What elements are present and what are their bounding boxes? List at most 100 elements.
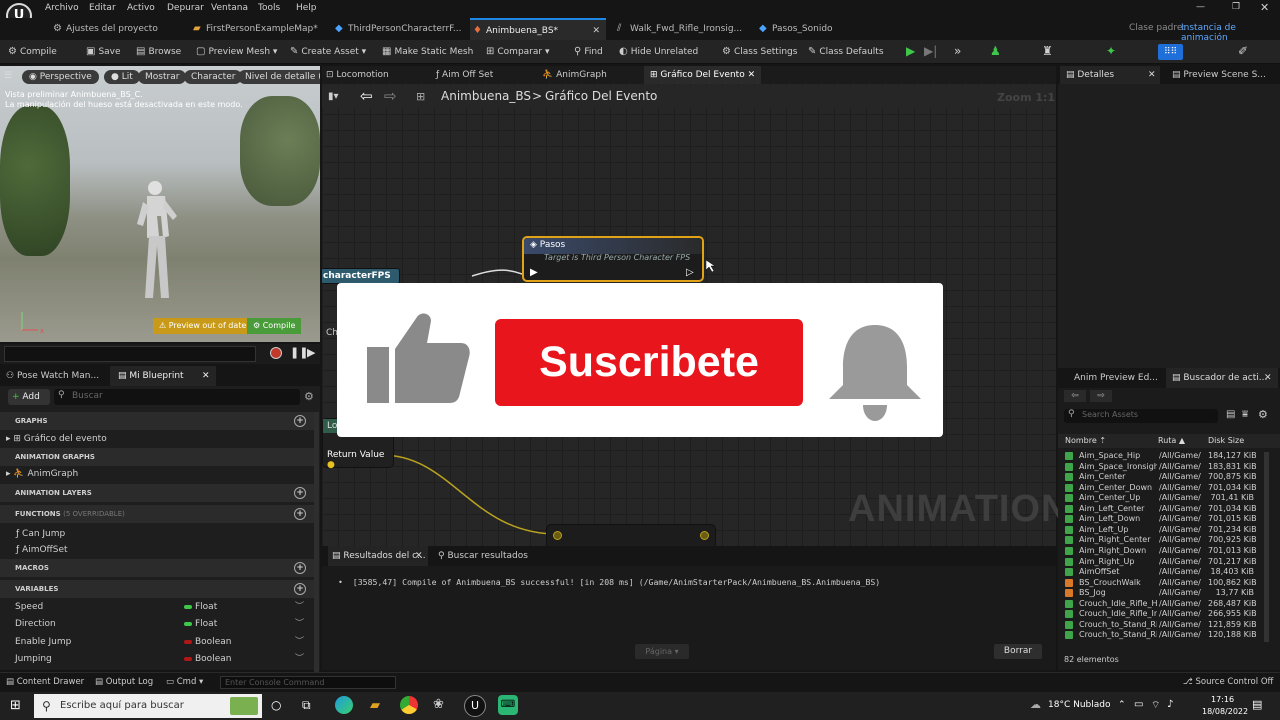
variable-direction[interactable]: Direction Float ︶ — [0, 615, 314, 633]
section-variables[interactable]: VARIABLES + — [0, 580, 314, 598]
add-variable-icon[interactable]: + — [294, 583, 306, 595]
add-function-icon[interactable]: + — [294, 508, 306, 520]
minimize-icon[interactable]: — — [1196, 2, 1205, 12]
close-window-icon[interactable]: ✕ — [1260, 1, 1269, 14]
timeline-track[interactable] — [4, 346, 256, 362]
settings-wrench-icon[interactable]: ✐ — [1238, 43, 1248, 59]
settings-gear-icon[interactable]: ⚙ — [1258, 408, 1268, 421]
app-icon[interactable]: ❀ — [433, 697, 444, 712]
left-panel-scrollbar[interactable] — [314, 412, 319, 672]
windows-start-icon[interactable]: ⊞ — [10, 698, 21, 713]
compile-button[interactable]: ⚙ Compile — [8, 44, 57, 60]
filter-icon[interactable]: ⩸ — [1242, 409, 1248, 420]
close-tab-icon[interactable]: ✕ — [748, 70, 756, 80]
skeleton-icon[interactable]: ♜ — [1042, 43, 1053, 59]
save-button[interactable]: ▣ Save — [86, 44, 121, 60]
make-static-mesh-button[interactable]: ▦ Make Static Mesh — [382, 44, 473, 60]
anim-graph-mode-icon[interactable]: ⠿⠿ — [1158, 44, 1184, 60]
folder-icon[interactable]: ▤ — [1226, 409, 1235, 420]
timeline-bar[interactable]: ❚❚ ▶ — [0, 344, 320, 364]
play-forward-icon[interactable]: ▶ — [307, 346, 315, 359]
file-explorer-icon[interactable]: ▰ — [370, 698, 380, 713]
tab-my-blueprint[interactable]: ▤ Mi Blueprint ✕ — [110, 366, 216, 386]
widgets-icon[interactable]: ⧉ — [302, 698, 311, 713]
create-asset-button[interactable]: ✎ Create Asset ▾ — [290, 44, 366, 60]
tab-preview-scene[interactable]: ▤ Preview Scene S... — [1172, 66, 1266, 84]
find-button[interactable]: ⚲ Find — [574, 44, 603, 60]
add-macro-icon[interactable]: + — [294, 562, 306, 574]
menu-archivo[interactable]: Archivo — [45, 3, 79, 13]
variable-speed[interactable]: Speed Float ︶ — [0, 598, 314, 616]
variable-enable-jump[interactable]: Enable Jump Boolean ︶ — [0, 633, 314, 651]
subscribe-button[interactable]: Suscribete — [495, 319, 803, 406]
preview-mesh-button[interactable]: ▢ Preview Mesh ▾ — [196, 44, 277, 60]
asset-row[interactable]: Aim_Left_Up/All/Game/701,234 KiB — [1062, 525, 1272, 536]
compare-button[interactable]: ⊞ Comparar ▾ — [486, 44, 549, 60]
input-pin-icon[interactable] — [553, 531, 562, 540]
branch-node[interactable] — [546, 524, 716, 546]
asset-row[interactable]: Aim_Right_Center/All/Game/700,925 KiB — [1062, 535, 1272, 546]
close-tab-icon[interactable]: ✕ — [1148, 66, 1156, 84]
tab-animgraph[interactable]: ⛹ AnimGraph — [542, 66, 607, 84]
lod-button[interactable]: Nivel de detalle (LOD — [238, 70, 320, 84]
menu-editar[interactable]: Editar — [89, 3, 116, 13]
column-size[interactable]: Disk Size — [1208, 434, 1244, 448]
character-button[interactable]: Character — [184, 70, 243, 84]
exec-in-pin-icon[interactable]: ▶ — [530, 267, 538, 278]
character-debug-icon[interactable]: ♟ — [990, 43, 1001, 59]
tab-walk-fwd-rifle[interactable]: ⫽ Walk_Fwd_Rifle_Ironsig... — [614, 18, 744, 40]
menu-ventana[interactable]: Ventana — [211, 3, 248, 13]
tab-firstperson-map[interactable]: ▰ FirstPersonExampleMap* — [190, 18, 320, 40]
asset-row[interactable]: Aim_Space_Ironsigh/All/Game/183,831 KiB — [1062, 462, 1272, 473]
tab-locomotion[interactable]: ⊡ Locomotion — [326, 66, 389, 84]
task-view-icon[interactable]: ○ — [271, 698, 281, 712]
asset-row[interactable]: Crouch_to_Stand_Ri/All/Game/120,188 KiB — [1062, 630, 1272, 641]
viewport-compile-button[interactable]: ⚙ Compile — [247, 318, 302, 334]
asset-row[interactable]: BS_CrouchWalk/All/Game/100,862 KiB — [1062, 578, 1272, 589]
chevron-down-icon[interactable]: ︶ — [295, 633, 304, 651]
menu-help[interactable]: Help — [296, 3, 317, 13]
perspective-button[interactable]: ◉ Perspective — [22, 70, 99, 84]
forward-arrow-icon[interactable]: ⇨ — [384, 87, 397, 105]
chevron-down-icon[interactable]: ︶ — [295, 615, 304, 633]
step-icon[interactable]: ▶| — [924, 43, 937, 59]
asset-row[interactable]: Aim_Center/All/Game/700,875 KiB — [1062, 472, 1272, 483]
clock-date[interactable]: 18/08/2022 — [1202, 707, 1248, 716]
tab-grafico-del-evento[interactable]: ⊞ Gráfico Del Evento ✕ — [644, 66, 762, 84]
menu-activo[interactable]: Activo — [127, 3, 155, 13]
back-arrow-icon[interactable]: ⇦ — [1064, 390, 1086, 402]
asset-row[interactable]: Aim_Right_Down/All/Game/701,013 KiB — [1062, 546, 1272, 557]
tab-pasos-sonido[interactable]: ◆ Pasos_Sonido — [756, 18, 866, 40]
add-graph-icon[interactable]: + — [294, 415, 306, 427]
show-button[interactable]: Mostrar — [138, 70, 187, 84]
tab-animbuena-bs[interactable]: ♦ Animbuena_BS* ✕ — [470, 18, 606, 40]
pause-icon[interactable]: ❚❚ — [290, 346, 308, 359]
add-layer-icon[interactable]: + — [294, 487, 306, 499]
volume-icon[interactable]: ♪ — [1167, 699, 1173, 710]
menu-depurar[interactable]: Depurar — [167, 3, 204, 13]
asset-row[interactable]: Aim_Center_Up/All/Game/701,41 KiB — [1062, 493, 1272, 504]
wifi-icon[interactable]: ⌔ — [1151, 699, 1160, 712]
section-macros[interactable]: MACROS + — [0, 559, 314, 577]
content-drawer-button[interactable]: ▤ Content Drawer — [6, 677, 84, 687]
add-button[interactable]: + Add — [8, 389, 50, 405]
tab-anim-preview-editor[interactable]: Anim Preview Ed... — [1074, 368, 1158, 388]
tab-thirdperson-character[interactable]: ◆ ThirdPersonCharacterrF... — [332, 18, 464, 40]
section-animation-layers[interactable]: ANIMATION LAYERS + — [0, 484, 314, 502]
close-tab-icon[interactable]: ✕ — [1264, 368, 1272, 388]
thumbs-up-icon[interactable] — [365, 309, 471, 405]
bell-icon[interactable] — [823, 323, 927, 423]
search-input[interactable]: ⚲ Buscar — [54, 389, 300, 405]
chrome-icon[interactable] — [400, 696, 418, 714]
play-icon[interactable]: ▶ — [906, 43, 915, 59]
weather-text[interactable]: 18°C Nublado — [1048, 700, 1110, 710]
cmd-dropdown[interactable]: ▭ Cmd ▾ — [166, 677, 203, 687]
viewport-menu-icon[interactable]: ☰ — [4, 71, 12, 81]
console-input[interactable]: Enter Console Command — [220, 676, 396, 689]
skip-forward-icon[interactable]: » — [954, 43, 961, 59]
tab-project-settings[interactable]: ⚙ Ajustes del proyecto — [50, 18, 180, 40]
edge-browser-icon[interactable] — [335, 696, 353, 714]
breadcrumb-leaf[interactable]: Gráfico Del Evento — [545, 89, 657, 103]
asset-row[interactable]: Aim_Right_Up/All/Game/701,217 KiB — [1062, 557, 1272, 568]
section-graphs[interactable]: GRAPHS + — [0, 412, 314, 430]
